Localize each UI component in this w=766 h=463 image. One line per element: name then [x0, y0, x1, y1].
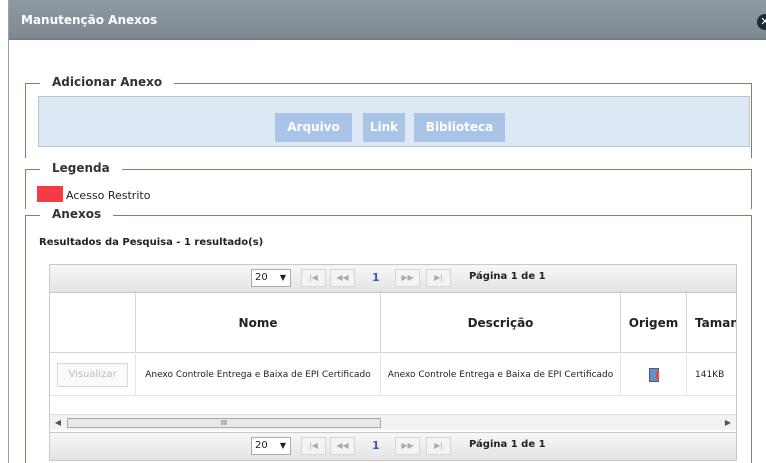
first-page-button-bottom[interactable]: |◀: [301, 437, 326, 455]
restricted-color-swatch: [37, 186, 63, 202]
add-attachment-legend: Adicionar Anexo: [40, 75, 175, 89]
next-page-button-bottom[interactable]: ▶▶: [395, 437, 420, 455]
attachments-grid: 20 ▼ |◀ ◀◀ 1 ▶▶ ▶| Página 1 de 1 Nome Des…: [49, 264, 737, 461]
legend-section: Legenda Acesso Restrito: [25, 161, 752, 209]
prev-page-button[interactable]: ◀◀: [330, 269, 355, 287]
arquivo-button[interactable]: Arquivo: [275, 113, 352, 142]
chevron-down-icon: ▼: [279, 273, 286, 282]
tamanho-cell: 141KB: [686, 354, 736, 396]
column-header-origem[interactable]: Origem: [620, 293, 686, 353]
table-header: Nome Descrição Origem Tamanh: [50, 293, 736, 353]
page-info-text-bottom: Página 1 de 1: [469, 439, 546, 450]
next-page-button[interactable]: ▶▶: [395, 269, 420, 287]
attachments-dialog: Manutenção Anexos ✕ Adicionar Anexo Arqu…: [8, 0, 766, 463]
scrollbar-thumb[interactable]: III: [67, 418, 381, 428]
legend-section-title: Legenda: [40, 161, 122, 175]
origem-cell: [620, 354, 686, 396]
scroll-left-icon[interactable]: ◀: [51, 416, 65, 430]
visualizar-button[interactable]: Visualizar: [57, 363, 128, 387]
column-header-action: [50, 293, 135, 353]
current-page-number-bottom[interactable]: 1: [372, 439, 380, 452]
attachments-section: Anexos Resultados da Pesquisa - 1 result…: [25, 207, 752, 463]
page-size-select[interactable]: 20 ▼: [251, 269, 291, 287]
results-count-text: Resultados da Pesquisa - 1 resultado(s): [39, 237, 264, 248]
horizontal-scrollbar[interactable]: ◀ III ▶: [50, 414, 736, 430]
chevron-down-icon: ▼: [279, 441, 286, 450]
first-page-button[interactable]: |◀: [301, 269, 326, 287]
link-button[interactable]: Link: [363, 113, 405, 142]
nome-cell: Anexo Controle Entrega e Baixa de EPI Ce…: [135, 354, 380, 396]
restricted-access-label: Acesso Restrito: [66, 189, 151, 202]
column-header-tamanho[interactable]: Tamanh: [686, 293, 736, 353]
add-attachment-section: Adicionar Anexo Arquivo Link Biblioteca: [25, 75, 752, 158]
page-size-select-bottom[interactable]: 20 ▼: [251, 437, 291, 455]
pager-top: 20 ▼ |◀ ◀◀ 1 ▶▶ ▶| Página 1 de 1: [50, 265, 736, 293]
prev-page-button-bottom[interactable]: ◀◀: [330, 437, 355, 455]
attachments-legend: Anexos: [40, 207, 114, 221]
dialog-titlebar: Manutenção Anexos ✕: [9, 0, 766, 40]
action-cell: Visualizar: [50, 354, 135, 396]
last-page-button[interactable]: ▶|: [426, 269, 451, 287]
page-info-text: Página 1 de 1: [469, 271, 546, 282]
column-header-descricao[interactable]: Descrição: [380, 293, 620, 353]
descricao-cell: Anexo Controle Entrega e Baixa de EPI Ce…: [380, 354, 620, 396]
biblioteca-button[interactable]: Biblioteca: [414, 113, 505, 142]
current-page-number[interactable]: 1: [372, 271, 380, 284]
scroll-right-icon[interactable]: ▶: [721, 416, 735, 430]
column-header-nome[interactable]: Nome: [135, 293, 380, 353]
document-icon: [648, 367, 659, 382]
add-attachment-panel: Arquivo Link Biblioteca: [38, 96, 750, 147]
dialog-title: Manutenção Anexos: [21, 13, 158, 27]
close-icon[interactable]: ✕: [757, 14, 766, 30]
last-page-button-bottom[interactable]: ▶|: [426, 437, 451, 455]
table-row: Visualizar Anexo Controle Entrega e Baix…: [50, 354, 736, 396]
pager-bottom: 20 ▼ |◀ ◀◀ 1 ▶▶ ▶| Página 1 de 1: [50, 432, 736, 460]
